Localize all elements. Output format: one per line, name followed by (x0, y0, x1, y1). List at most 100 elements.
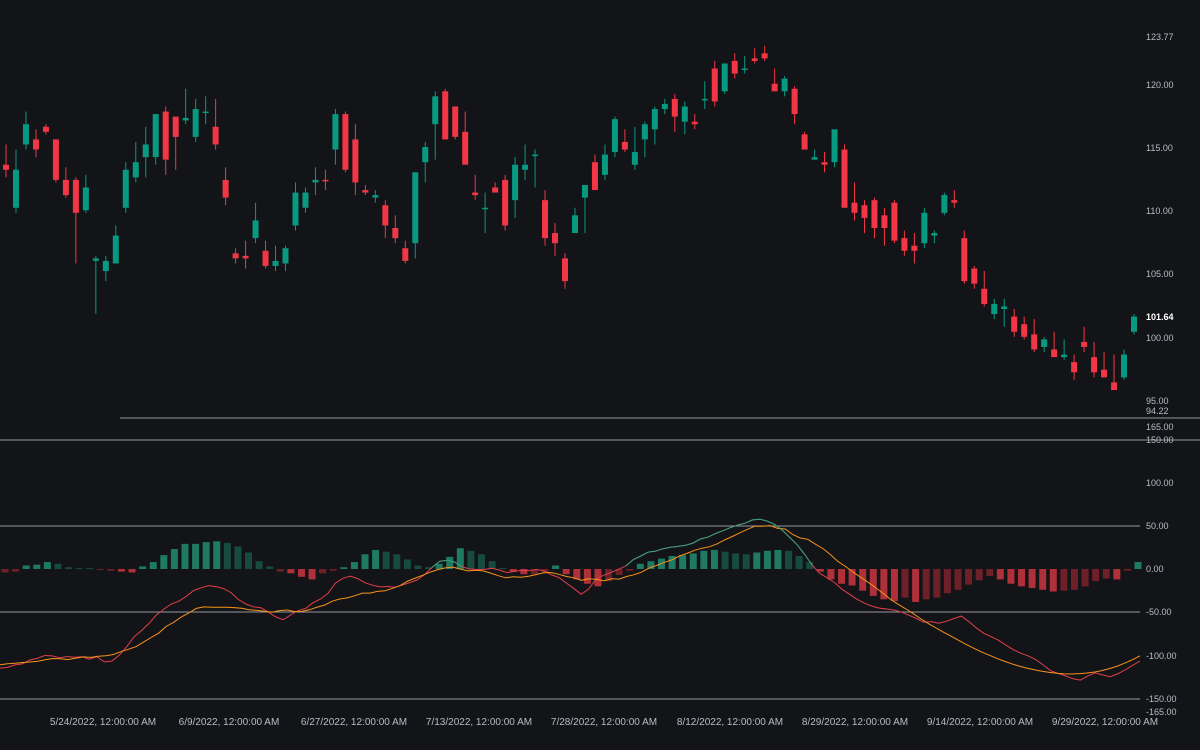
osc-tick-label: 50.00 (1146, 521, 1169, 531)
candle-body (472, 192, 479, 196)
candle-body (571, 215, 578, 234)
candle-body (811, 157, 818, 160)
histogram-bar (245, 552, 253, 569)
histogram-bar (795, 556, 803, 569)
oscillator-axis: 165.00 150.00 100.00 50.00 0.00 -50.00 -… (1146, 422, 1177, 717)
candle-body (532, 154, 539, 157)
time-tick-label: 6/27/2022, 12:00:00 AM (301, 717, 407, 728)
candle-body (142, 144, 149, 158)
histogram-bar (22, 565, 30, 569)
histogram-bar (1039, 569, 1047, 590)
histogram-bar (996, 569, 1004, 580)
candle-body (72, 179, 79, 213)
candle-body (262, 250, 269, 266)
histogram-bar (287, 569, 295, 574)
candle-body (661, 103, 668, 110)
histogram-bar (75, 568, 83, 570)
trading-chart[interactable]: 123.77 120.00 115.00 110.00 105.00 101.6… (0, 0, 1200, 750)
osc-tick-label: 165.00 (1146, 422, 1174, 432)
candle-body (1011, 316, 1018, 332)
candle-body (941, 195, 948, 213)
candle-body (292, 192, 299, 226)
candle-body (32, 139, 39, 150)
candle-body (821, 162, 828, 165)
time-tick-label: 8/12/2022, 12:00:00 AM (677, 717, 783, 728)
candle-body (302, 192, 309, 208)
price-tick-label: 94.22 (1146, 406, 1169, 416)
histogram-bar (403, 559, 411, 569)
price-tick-label: 105.00 (1146, 269, 1174, 279)
histogram-bar (689, 553, 697, 569)
time-tick-label: 5/24/2022, 12:00:00 AM (50, 717, 156, 728)
candle-body (202, 111, 209, 114)
histogram-bar (890, 569, 898, 602)
candle-body (242, 255, 249, 259)
histogram-bar (12, 569, 20, 572)
candle-body (971, 268, 978, 284)
candle-body (442, 91, 449, 140)
price-tick-label: 100.00 (1146, 333, 1174, 343)
histogram-bar (700, 550, 708, 569)
candle-body (332, 114, 339, 150)
chart-canvas[interactable]: 123.77 120.00 115.00 110.00 105.00 101.6… (0, 0, 1200, 750)
signal-line (0, 525, 1141, 675)
histogram-bar (922, 569, 930, 600)
candle-body (911, 245, 918, 251)
candle-body (1111, 382, 1118, 391)
time-tick-label: 8/29/2022, 12:00:00 AM (802, 717, 908, 728)
candle-body (12, 169, 19, 208)
osc-tick-label: -150.00 (1146, 694, 1177, 704)
candle-body (711, 68, 718, 102)
candle-body (961, 238, 968, 282)
price-tick-label: 120.00 (1146, 80, 1174, 90)
candle-body (681, 106, 688, 122)
histogram-bar (583, 569, 591, 584)
histogram-bar (1123, 569, 1131, 571)
histogram-bar (562, 569, 570, 575)
price-tick-label: 95.00 (1146, 396, 1169, 406)
histogram-bar (869, 569, 877, 596)
candle-body (771, 83, 778, 92)
histogram-bar (901, 569, 909, 598)
osc-tick-label: 0.00 (1146, 564, 1164, 574)
histogram-bar (1081, 569, 1089, 587)
candle-body (282, 248, 289, 264)
price-axis: 123.77 120.00 115.00 110.00 105.00 101.6… (1146, 32, 1174, 416)
time-tick-label: 7/28/2022, 12:00:00 AM (551, 717, 657, 728)
candle-body (192, 109, 199, 137)
candle-body (581, 184, 588, 198)
osc-tick-label: 150.00 (1146, 435, 1174, 445)
candle-body (82, 187, 89, 211)
histogram-bar (202, 542, 210, 569)
candle-body (502, 179, 509, 226)
candle-body (691, 121, 698, 125)
candlestick-series (3, 45, 1137, 391)
histogram-bar (710, 549, 718, 569)
histogram-bar (308, 569, 316, 580)
candle-body (1031, 334, 1038, 350)
histogram-bar (361, 554, 369, 569)
time-tick-label: 9/14/2022, 12:00:00 AM (927, 717, 1033, 728)
candle-body (52, 139, 59, 180)
histogram-bar (499, 568, 507, 570)
histogram-bar (350, 562, 358, 569)
candle-body (482, 207, 489, 210)
candle-body (891, 202, 898, 241)
histogram-bar (1, 569, 9, 573)
candle-body (372, 195, 379, 198)
price-tick-label: 110.00 (1146, 206, 1173, 216)
candle-body (651, 109, 658, 130)
histogram-bar (679, 555, 687, 569)
histogram-bar (763, 550, 771, 569)
candle-body (62, 179, 69, 196)
histogram-bar (86, 568, 94, 570)
last-price-label: 101.64 (1146, 312, 1174, 322)
histogram-bar (340, 567, 348, 569)
histogram-bar (488, 561, 496, 569)
candle-body (991, 303, 998, 315)
time-tick-label: 9/29/2022, 12:00:00 AM (1052, 717, 1158, 728)
histogram-bar (668, 556, 676, 569)
histogram-bar (943, 569, 951, 594)
candle-body (741, 68, 748, 71)
histogram-bar (1018, 569, 1026, 587)
